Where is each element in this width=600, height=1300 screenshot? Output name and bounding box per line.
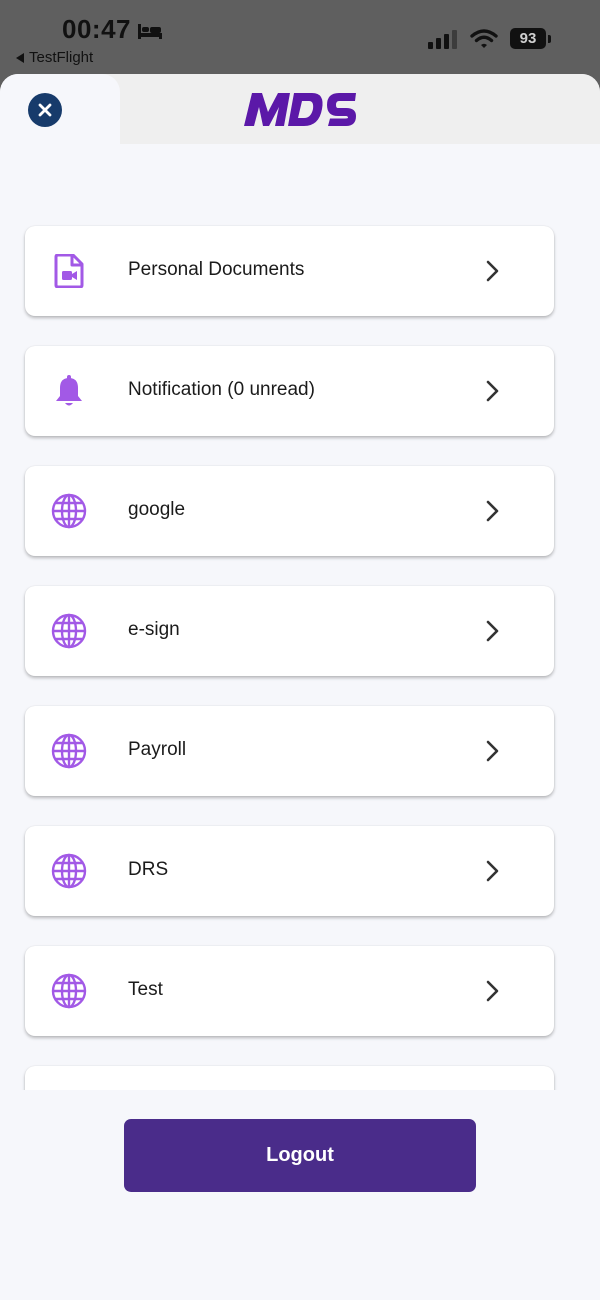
menu-sheet: Personal Documents Notification (0 unrea… — [0, 74, 600, 1300]
chevron-right-icon — [486, 380, 499, 402]
sheet-header — [0, 74, 600, 144]
chevron-right-icon — [486, 860, 499, 882]
globe-icon — [51, 973, 87, 1009]
menu-item-label: Personal Documents — [128, 259, 305, 280]
chevron-right-icon — [486, 980, 499, 1002]
menu-item-payroll[interactable]: Payroll — [25, 706, 554, 796]
back-app-label: TestFlight — [29, 49, 94, 66]
close-button[interactable] — [28, 93, 62, 127]
chevron-right-icon — [486, 620, 499, 642]
menu-item-notification[interactable]: Notification (0 unread) — [25, 346, 554, 436]
close-icon — [38, 103, 52, 117]
menu-item-google[interactable]: google — [25, 466, 554, 556]
menu-item-label: DRS — [128, 859, 169, 880]
bed-icon — [138, 23, 162, 39]
back-arrow-icon — [16, 52, 24, 63]
status-bar: 00:47 TestFlight 93 — [0, 0, 600, 74]
menu-item-e-sign[interactable]: e-sign — [25, 586, 554, 676]
globe-icon — [51, 493, 87, 529]
menu-item-test[interactable]: Test — [25, 946, 554, 1036]
status-time: 00:47 — [62, 14, 163, 45]
menu-item-label: Payroll — [128, 739, 187, 760]
chevron-right-icon — [486, 500, 499, 522]
time-text: 00:47 — [62, 14, 131, 44]
menu-item-drs[interactable]: DRS — [25, 826, 554, 916]
menu-item-partial[interactable] — [25, 1066, 554, 1090]
globe-icon — [51, 733, 87, 769]
menu-item-label: Notification (0 unread) — [128, 379, 315, 400]
bell-icon — [51, 373, 87, 409]
menu-item-label: e-sign — [128, 619, 180, 640]
menu-list: Personal Documents Notification (0 unrea… — [0, 144, 600, 1090]
status-indicators: 93 — [428, 28, 551, 49]
menu-item-label: Test — [128, 979, 163, 1000]
logout-button[interactable]: Logout — [124, 1119, 476, 1192]
menu-item-label: google — [128, 499, 186, 520]
signal-icon — [428, 29, 457, 49]
globe-icon — [51, 853, 87, 889]
chevron-right-icon — [486, 740, 499, 762]
menu-item-personal-documents[interactable]: Personal Documents — [25, 226, 554, 316]
wifi-icon — [470, 28, 498, 48]
back-to-app-link[interactable]: TestFlight — [16, 49, 93, 66]
globe-icon — [51, 613, 87, 649]
chevron-right-icon — [486, 260, 499, 282]
battery-indicator: 93 — [510, 28, 551, 49]
mds-logo — [244, 93, 356, 126]
document-video-icon — [51, 253, 87, 289]
